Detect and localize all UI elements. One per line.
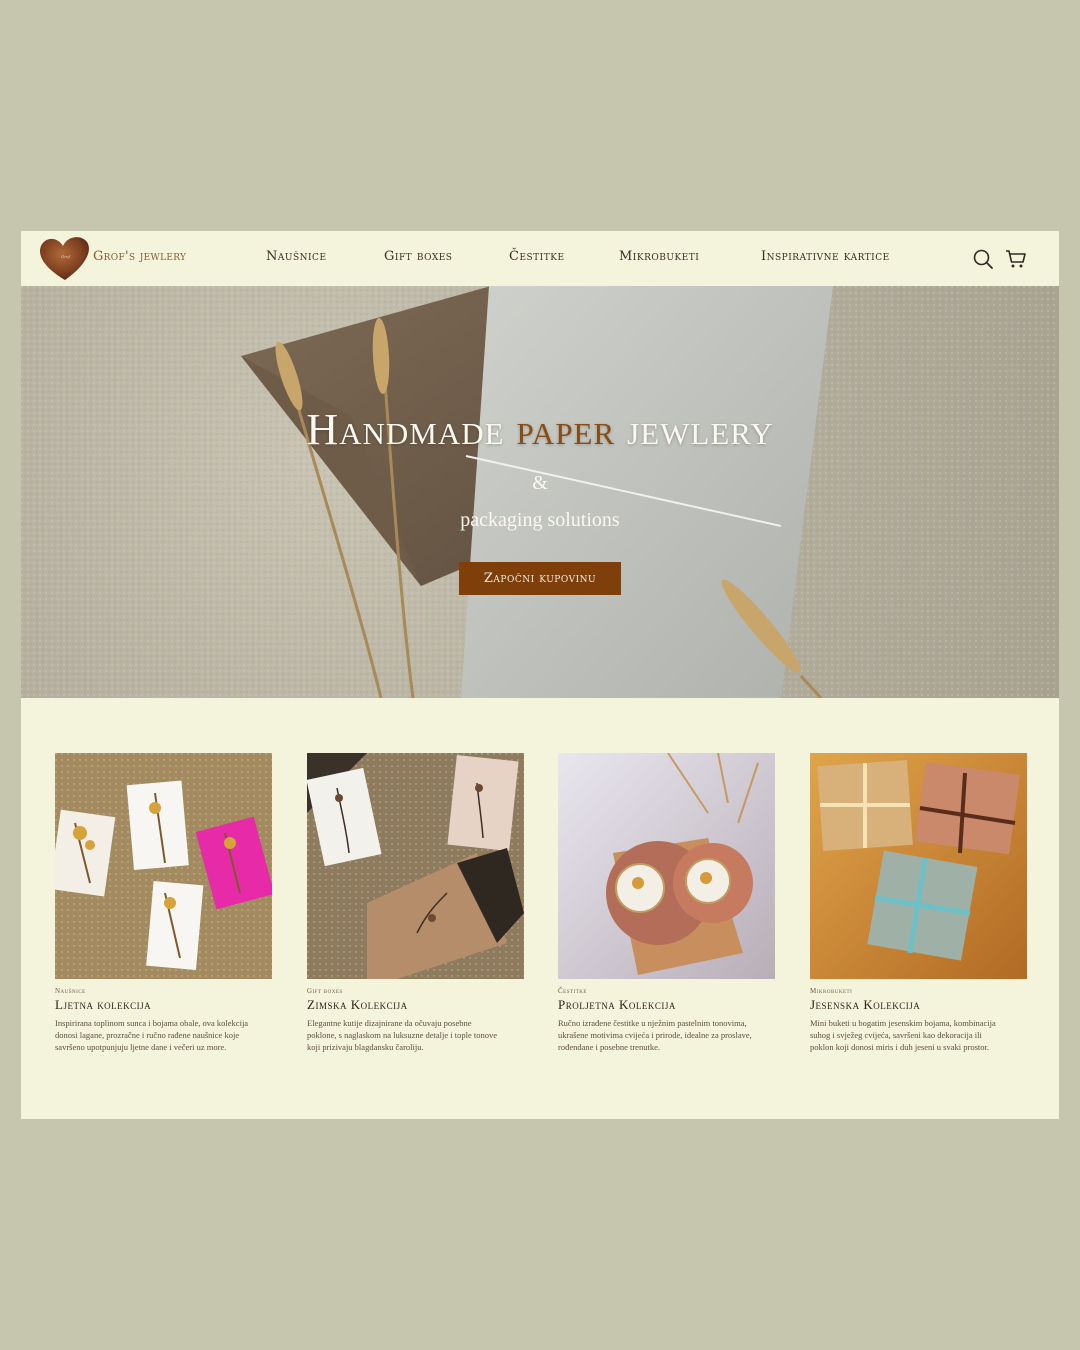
collection-category: Mikrobuketi: [810, 987, 853, 995]
site-header: Grof Grof's jewlery Naušnice Gift boxes …: [21, 231, 1059, 286]
collection-image-jesenska[interactable]: [810, 753, 1027, 979]
start-shopping-button[interactable]: Započni kupovinu: [459, 562, 621, 595]
collection-title[interactable]: Zimska Kolekcija: [307, 997, 524, 1013]
svg-text:Grof: Grof: [61, 254, 72, 259]
collection-title[interactable]: Jesenska Kolekcija: [810, 997, 1027, 1013]
collection-image-proljetna[interactable]: [558, 753, 775, 979]
nav-item-mikrobuketi[interactable]: Mikrobuketi: [619, 249, 699, 264]
collection-image-zimska[interactable]: [307, 753, 524, 979]
hero-banner: Handmade paper jewlery & packaging solut…: [21, 286, 1059, 698]
nav-item-gift-boxes[interactable]: Gift boxes: [384, 249, 452, 264]
cart-icon[interactable]: [1005, 248, 1027, 270]
collection-card-proljetna[interactable]: Čestitke Proljetna Kolekcija Ručno izrađ…: [558, 753, 775, 1053]
nav-item-inspirativne-kartice[interactable]: Inspirativne kartice: [761, 249, 890, 264]
hero-title-accent: paper: [516, 405, 616, 454]
hero-ampersand: &: [532, 472, 548, 494]
collection-title[interactable]: Proljetna Kolekcija: [558, 997, 775, 1013]
collection-title[interactable]: Ljetna kolekcija: [55, 997, 272, 1013]
website-frame: Grof Grof's jewlery Naušnice Gift boxes …: [21, 231, 1059, 1119]
collection-description: Inspirirana toplinom sunca i bojama obal…: [55, 1018, 249, 1052]
collection-category: Gift boxes: [307, 987, 343, 995]
nav-item-nausnice[interactable]: Naušnice: [266, 249, 327, 264]
hero-title-part2: jewlery: [615, 405, 774, 454]
collection-description: Mini buketi u bogatim jesenskim bojama, …: [810, 1018, 996, 1052]
collection-card-jesenska[interactable]: Mikrobuketi Jesenska Kolekcija Mini buke…: [810, 753, 1027, 1053]
collection-description: Elegantne kutije dizajnirane da očuvaju …: [307, 1018, 498, 1052]
nav-item-cestitke[interactable]: Čestitke: [509, 249, 565, 264]
hero-subtitle: packaging solutions: [460, 509, 620, 531]
collection-card-ljetna[interactable]: Naušnice Ljetna kolekcija Inspirirana to…: [55, 753, 272, 1053]
collection-card-zimska[interactable]: Gift boxes Zimska Kolekcija Elegantne ku…: [307, 753, 524, 1053]
hero-title-part1: Handmade: [306, 405, 517, 454]
collection-category: Čestitke: [558, 987, 587, 995]
collection-description: Ručno izrađene čestitke u nježnim pastel…: [558, 1018, 752, 1052]
brand-name[interactable]: Grof's jewlery: [93, 249, 186, 264]
hero-title: Handmade paper jewlery: [21, 404, 1059, 455]
collection-image-ljetna[interactable]: [55, 753, 272, 979]
search-icon[interactable]: [972, 248, 994, 270]
heart-logo-icon[interactable]: Grof: [35, 234, 95, 284]
collection-category: Naušnice: [55, 987, 86, 995]
